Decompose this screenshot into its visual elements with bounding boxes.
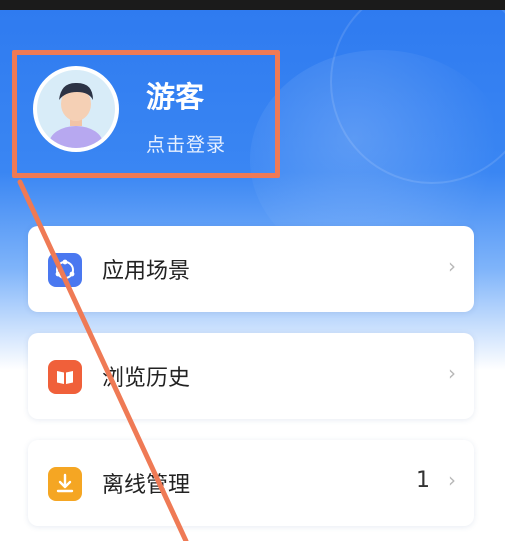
chevron-right-icon: › [448, 361, 456, 385]
chevron-right-icon: › [448, 468, 456, 492]
scene-icon [48, 253, 82, 287]
highlight-box [12, 50, 280, 178]
download-icon [48, 467, 82, 501]
menu-item-label: 浏览历史 [102, 366, 191, 391]
status-bar [0, 0, 505, 10]
book-icon [48, 360, 82, 394]
menu-item-offline[interactable]: 离线管理 1 › [28, 440, 474, 526]
menu-item-label: 应用场景 [102, 259, 191, 284]
menu-item-label: 离线管理 [102, 473, 191, 498]
menu-item-history[interactable]: 浏览历史 › [28, 333, 474, 419]
offline-count-badge: 1 [416, 468, 430, 493]
menu-item-scenes[interactable]: 应用场景 › [28, 226, 474, 312]
chevron-right-icon: › [448, 254, 456, 278]
